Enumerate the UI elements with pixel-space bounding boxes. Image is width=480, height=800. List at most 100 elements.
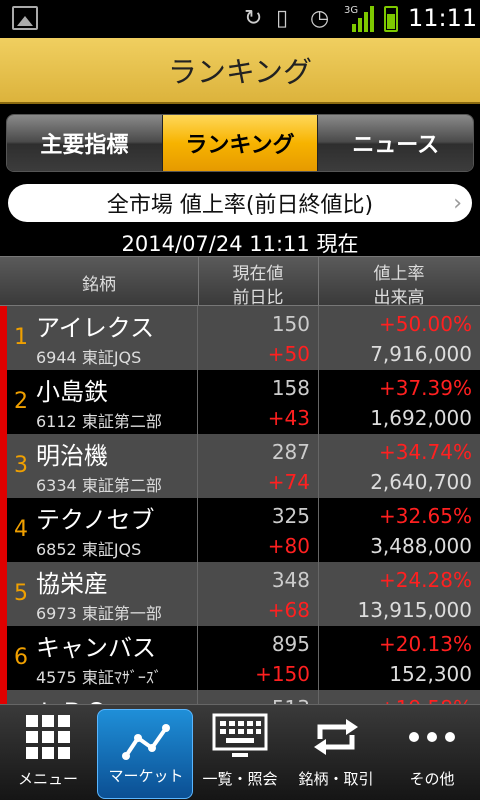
stock-code: 6973 <box>36 604 77 623</box>
header-change: 前日比 <box>232 288 284 308</box>
table-row[interactable]: 2 小島鉄 6112 東証第二部 158 +43 +37.39% 1,692,000 <box>0 370 480 434</box>
stock-name: キャンバス <box>36 634 156 662</box>
stock-code: 6334 <box>36 476 77 495</box>
stock-code-market: 4575 東証ﾏｻﾞｰｽﾞ <box>36 664 162 688</box>
column-divider <box>197 434 198 498</box>
stock-name: 小島鉄 <box>36 378 108 406</box>
price-change: +74 <box>267 470 310 494</box>
rank-number: 5 <box>14 581 28 606</box>
timestamp: 2014/07/24 11:11 現在 <box>121 232 359 256</box>
rank-marker <box>0 370 7 434</box>
price-change: +68 <box>267 598 310 622</box>
column-divider <box>197 626 198 690</box>
table-row[interactable]: 1 アイレクス 6944 東証JQS 150 +50 +50.00% 7,916,000 <box>0 306 480 370</box>
bottom-navigation: メニュー マーケット 一覧・照会 銘柄・取引 その他 <box>0 704 480 800</box>
rank-marker <box>0 690 7 704</box>
sync-icon: ↻ <box>244 6 263 31</box>
filter-label: 全市場 値上率(前日終値比) <box>106 193 374 218</box>
rank-number: 6 <box>14 645 28 670</box>
header-rate: 値上率 <box>373 264 425 284</box>
stock-market: 東証第一部 <box>81 604 162 623</box>
current-price: 513 <box>272 696 310 704</box>
battery-icon <box>384 6 398 32</box>
stock-market: 東証JQS <box>81 540 142 559</box>
ranking-filter-selector[interactable]: 全市場 値上率(前日終値比) › <box>8 184 472 222</box>
page-title: ランキング <box>167 55 313 89</box>
rise-rate: +19.58% <box>379 696 472 704</box>
rank-marker <box>0 306 7 370</box>
current-price: 158 <box>271 376 310 400</box>
stock-market: 東証第二部 <box>81 476 162 495</box>
current-price: 348 <box>271 568 310 592</box>
nav-stock-trade-label: 銘柄・取引 <box>298 770 374 788</box>
rank-marker <box>0 562 7 626</box>
volume: 2,640,700 <box>370 470 472 494</box>
status-bar: ↻ ▯ ◷ 3G 11:11 <box>0 0 480 38</box>
swap-arrows-icon <box>314 719 358 755</box>
table-row[interactable]: 3 明治機 6334 東証第二部 287 +74 +34.74% 2,640,700 <box>0 434 480 498</box>
stock-market: 東証第二部 <box>81 412 162 431</box>
column-divider <box>197 562 198 626</box>
volume: 152,300 <box>389 662 472 686</box>
stock-code: 6852 <box>36 540 77 559</box>
tab-main-indicators[interactable]: 主要指標 <box>7 115 163 171</box>
more-dots-icon <box>409 732 455 742</box>
rank-number: 1 <box>14 325 28 350</box>
tab-news[interactable]: ニュース <box>318 115 473 171</box>
column-divider <box>318 306 319 370</box>
rise-rate: +50.00% <box>378 312 472 336</box>
nav-list-lookup[interactable]: 一覧・照会 <box>192 705 288 800</box>
stock-name: 協栄産 <box>36 570 108 598</box>
table-row[interactable]: 4 テクノセブ 6852 東証JQS 325 +80 +32.65% 3,488,000 <box>0 498 480 562</box>
status-clock: 11:11 <box>408 4 478 32</box>
stock-code-market: 6944 東証JQS <box>36 344 141 368</box>
stock-code-market: 6973 東証第一部 <box>36 600 162 624</box>
column-divider <box>318 690 319 704</box>
keyboard-icon <box>212 713 268 757</box>
column-divider <box>318 498 319 562</box>
stock-name: ＬＲＳ <box>36 692 108 704</box>
header-price: 現在値 <box>232 264 284 284</box>
price-change: +80 <box>267 534 310 558</box>
stock-market: 東証ﾏｻﾞｰｽﾞ <box>81 668 162 687</box>
tab-ranking[interactable]: ランキング <box>162 115 319 171</box>
column-divider <box>318 626 319 690</box>
price-change: +43 <box>267 406 310 430</box>
nav-market-label: マーケット <box>108 767 184 785</box>
current-price: 325 <box>271 504 310 528</box>
table-row[interactable]: 7ＬＲＳ 513+19.58% <box>0 690 480 704</box>
stock-market: 東証JQS <box>81 348 142 367</box>
rise-rate: +34.74% <box>378 440 472 464</box>
column-divider <box>318 562 319 626</box>
ranking-list: 1 アイレクス 6944 東証JQS 150 +50 +50.00% 7,916,000 2 小… <box>0 306 480 704</box>
table-row[interactable]: 5 協栄産 6973 東証第一部 348 +68 +24.28% 13,915,000 <box>0 562 480 626</box>
column-divider <box>197 306 198 370</box>
rank-number: 2 <box>14 389 28 414</box>
column-divider <box>197 690 198 704</box>
rank-marker <box>0 434 7 498</box>
column-divider <box>197 498 198 562</box>
price-change: +50 <box>267 342 310 366</box>
image-notification-icon <box>12 6 38 30</box>
volume: 7,916,000 <box>370 342 472 366</box>
chevron-right-icon: › <box>453 191 462 216</box>
signal-icon <box>350 6 376 32</box>
stock-code-market: 6112 東証第二部 <box>36 408 162 432</box>
grid-icon <box>26 715 70 759</box>
tab-bar: 主要指標 ランキング ニュース <box>6 114 474 172</box>
current-price: 150 <box>271 312 310 336</box>
current-price: 895 <box>271 632 310 656</box>
nav-stock-trade[interactable]: 銘柄・取引 <box>288 705 384 800</box>
column-divider <box>197 370 198 434</box>
table-header: 銘柄 現在値 前日比 値上率 出来高 <box>0 256 480 308</box>
nav-market[interactable]: マーケット <box>97 709 193 799</box>
table-row[interactable]: 6 キャンバス 4575 東証ﾏｻﾞｰｽﾞ 895 +150 +20.13% 152,300 <box>0 626 480 690</box>
column-divider <box>318 434 319 498</box>
alarm-icon: ◷ <box>310 6 330 31</box>
volume: 13,915,000 <box>357 598 472 622</box>
nav-other[interactable]: その他 <box>384 705 480 800</box>
nav-menu[interactable]: メニュー <box>0 705 96 800</box>
nav-list-lookup-label: 一覧・照会 <box>202 770 278 788</box>
rank-marker <box>0 498 7 562</box>
column-divider <box>318 370 319 434</box>
